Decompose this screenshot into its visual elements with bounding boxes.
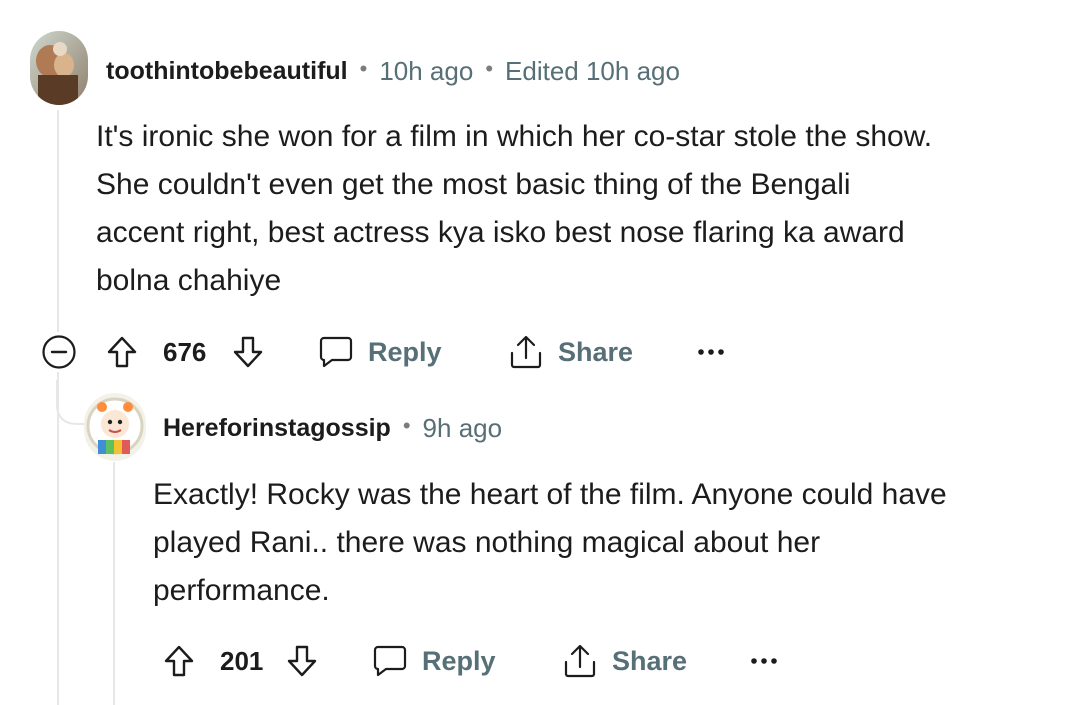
more-options-button[interactable] xyxy=(696,327,726,377)
username[interactable]: toothintobebeautiful xyxy=(106,57,348,86)
meta-separator: • xyxy=(485,56,494,81)
thread-line-parent[interactable] xyxy=(57,110,59,332)
comment-meta: toothintobebeautiful • 10h ago • Edited … xyxy=(106,53,680,89)
collapse-icon xyxy=(42,335,76,369)
comment-body-line: Exactly! Rocky was the heart of the film… xyxy=(153,478,947,511)
vote-count: 676 xyxy=(163,336,207,367)
comment-body-line: She couldn't even get the most basic thi… xyxy=(96,168,851,201)
share-button[interactable]: Share xyxy=(562,636,687,686)
comment-body-line: It's ironic she won for a film in which … xyxy=(96,120,933,153)
upvote-button[interactable] xyxy=(104,327,140,377)
share-icon xyxy=(564,644,596,678)
comment-body: Exactly! Rocky was the heart of the film… xyxy=(153,471,947,615)
upvote-icon xyxy=(164,645,194,677)
comment-body-line: performance. xyxy=(153,574,330,607)
comment-body-line: played Rani.. there was nothing magical … xyxy=(153,526,821,559)
avatar[interactable] xyxy=(84,393,146,461)
more-options-button[interactable] xyxy=(749,636,779,686)
meta-separator: • xyxy=(402,413,411,438)
timestamp[interactable]: 9h ago xyxy=(423,413,503,444)
downvote-button[interactable] xyxy=(284,636,320,686)
avatar[interactable] xyxy=(30,31,88,105)
vote-count: 201 xyxy=(220,645,264,676)
collapse-button[interactable] xyxy=(39,327,79,377)
edited-label: Edited 10h ago xyxy=(505,55,680,86)
upvote-icon xyxy=(107,336,137,368)
share-label: Share xyxy=(558,336,634,367)
reply-button[interactable]: Reply xyxy=(318,327,442,377)
comment-body: It's ironic she won for a film in which … xyxy=(96,113,932,305)
comment-actions: 676 Reply Share xyxy=(0,327,1080,377)
reply-icon xyxy=(319,336,353,368)
upvote-button[interactable] xyxy=(161,636,197,686)
share-label: Share xyxy=(612,645,688,676)
downvote-button[interactable] xyxy=(230,327,266,377)
reply-label: Reply xyxy=(368,336,442,367)
downvote-icon xyxy=(233,336,263,368)
reply-label: Reply xyxy=(422,645,496,676)
comment-meta: Hereforinstagossip • 9h ago xyxy=(163,410,502,446)
share-button[interactable]: Share xyxy=(508,327,633,377)
reply-button[interactable]: Reply xyxy=(372,636,496,686)
comment-actions: 201 Reply Share xyxy=(0,636,1080,686)
share-icon xyxy=(510,335,542,369)
more-icon xyxy=(751,658,777,664)
comment-body-line: bolna chahiye xyxy=(96,264,282,297)
username[interactable]: Hereforinstagossip xyxy=(163,414,391,443)
downvote-icon xyxy=(287,645,317,677)
more-icon xyxy=(698,349,724,355)
timestamp[interactable]: 10h ago xyxy=(379,56,473,87)
reply-icon xyxy=(373,645,407,677)
comment-body-line: accent right, best actress kya isko best… xyxy=(96,216,905,249)
meta-separator: • xyxy=(359,56,368,81)
